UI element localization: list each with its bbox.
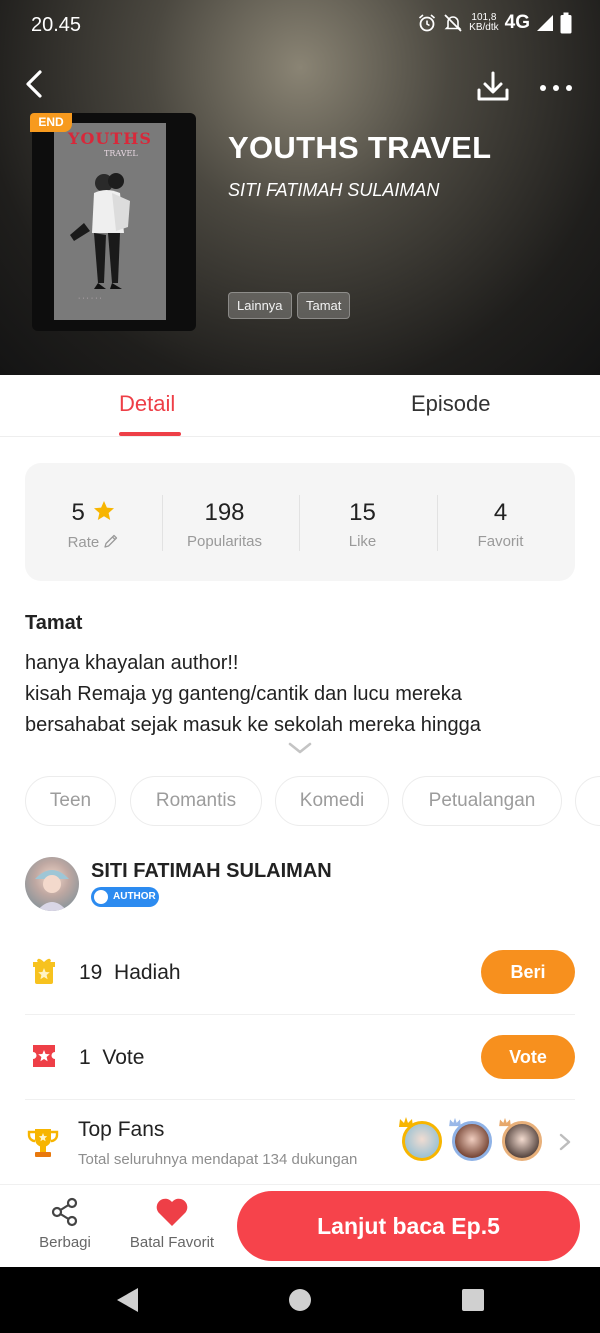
- book-cover: YOUTHS TRAVEL · · · · · ·: [32, 113, 196, 331]
- stat-rate-value-wrap: 5: [25, 499, 162, 527]
- stat-popularity-value: 198: [204, 499, 245, 526]
- gift-row: 19 Hadiah Beri: [25, 950, 575, 994]
- trophy-icon: [27, 1129, 59, 1157]
- system-navigation-bar: [0, 1267, 600, 1333]
- vote-ticket-icon: [33, 1045, 55, 1067]
- share-icon: [51, 1197, 78, 1227]
- stat-popularity: 198 Popularitas: [156, 463, 293, 581]
- vote-row: 1 Vote Vote: [25, 1035, 575, 1079]
- gift-label: Hadiah: [114, 961, 181, 984]
- share-label: Berbagi: [39, 1234, 91, 1251]
- status-time: 20.45: [31, 14, 82, 36]
- top-fans-row[interactable]: Top Fans Total seluruhnya mendapat 134 d…: [25, 1110, 575, 1176]
- book-author: SITI FATIMAH SULAIMAN: [228, 180, 440, 200]
- top-fan-avatar[interactable]: [502, 1121, 542, 1161]
- stat-like: 15 Like: [294, 463, 431, 581]
- alarm-icon: [419, 14, 436, 32]
- vote-count-wrap: 1 Vote: [79, 1046, 144, 1070]
- stat-favorite: 4 Favorit: [432, 463, 569, 581]
- continue-reading-button[interactable]: Lanjut baca Ep.5: [237, 1191, 580, 1261]
- genre-chip-overflow[interactable]: [575, 776, 600, 826]
- network-speed: 101,8 KB/dtk: [469, 13, 498, 33]
- end-badge: END: [30, 113, 72, 132]
- tab-bar: Detail Episode: [0, 375, 600, 437]
- status-bar: 20.45 101,8 KB/dtk 4G: [0, 0, 600, 52]
- top-fans-subtitle: Total seluruhnya mendapat 134 dukungan: [78, 1151, 358, 1168]
- star-icon: [93, 501, 114, 520]
- book-detail-screen: 20.45 101,8 KB/dtk 4G YOUTHS TRAVEL · · …: [0, 0, 600, 1333]
- tag-chip[interactable]: Lainnya: [228, 292, 292, 319]
- author-name[interactable]: SITI FATIMAH SULAIMAN: [91, 860, 332, 883]
- crown-icon: [449, 1117, 461, 1127]
- stat-like-label: Like: [348, 533, 377, 550]
- crown-icon: [399, 1117, 413, 1127]
- vote-button[interactable]: Vote: [481, 1035, 575, 1079]
- more-options-icon[interactable]: [536, 76, 576, 100]
- unfavorite-label: Batal Favorit: [129, 1234, 215, 1251]
- synopsis-line: kisah Remaja yg ganteng/cantik dan lucu …: [25, 683, 462, 705]
- synopsis-line: hanya khayalan author!!: [25, 652, 239, 674]
- genre-chip[interactable]: Teen: [25, 776, 116, 826]
- signal-icon: [537, 15, 553, 31]
- top-fans-title: Top Fans: [78, 1118, 165, 1141]
- cover-illustration: [70, 173, 130, 289]
- vote-label: Vote: [102, 1046, 145, 1069]
- tab-episode[interactable]: Episode: [411, 391, 491, 417]
- book-header: 20.45 101,8 KB/dtk 4G YOUTHS TRAVEL · · …: [0, 0, 600, 375]
- stat-favorite-label: Favorit: [477, 533, 524, 550]
- crown-icon: [499, 1117, 511, 1127]
- nav-back-icon[interactable]: [114, 1286, 140, 1314]
- author-badge-label: AUTHOR: [113, 891, 156, 902]
- author-badge-icon: [94, 890, 108, 904]
- mute-icon: [444, 14, 462, 32]
- heart-icon: [156, 1198, 188, 1226]
- tab-detail[interactable]: Detail: [119, 391, 175, 417]
- stat-like-value: 15: [349, 499, 376, 526]
- stat-popularity-label: Popularitas: [186, 533, 263, 550]
- gift-count: 19: [79, 961, 103, 984]
- speed-unit: KB/dtk: [469, 22, 499, 33]
- cover-artwork: YOUTHS TRAVEL · · · · · ·: [54, 123, 166, 320]
- stat-rate-label: Rate: [67, 534, 100, 551]
- network-type: 4G: [504, 12, 530, 33]
- status-icons: 101,8 KB/dtk 4G: [417, 12, 572, 34]
- synopsis-line: bersahabat sejak masuk ke sekolah mereka…: [25, 714, 481, 736]
- chevron-right-icon: [559, 1133, 571, 1151]
- genre-chip[interactable]: Petualangan: [402, 776, 562, 826]
- back-arrow-icon[interactable]: [18, 66, 54, 102]
- stats-card: 5 Rate 198 Popularitas 15 Like 4 Favorit: [25, 463, 575, 581]
- synopsis[interactable]: hanya khayalan author!! kisah Remaja yg …: [25, 648, 585, 741]
- top-fan-avatar[interactable]: [452, 1121, 492, 1161]
- divider: [25, 1099, 575, 1100]
- stat-rate-label-wrap: Rate: [25, 533, 162, 551]
- avatar-portrait: [35, 870, 69, 911]
- edit-pencil-icon: [104, 534, 118, 548]
- completion-status: Tamat: [25, 612, 83, 634]
- active-tab-indicator: [119, 432, 181, 436]
- cover-footer-text: · · · · · ·: [78, 295, 102, 302]
- genre-list: Teen Romantis Komedi Petualangan: [25, 776, 600, 828]
- stat-favorite-value: 4: [493, 499, 508, 526]
- nav-recents-icon[interactable]: [460, 1287, 486, 1313]
- battery-icon: [560, 12, 572, 34]
- tag-chip[interactable]: Tamat: [297, 292, 351, 319]
- author-badge: AUTHOR: [91, 887, 159, 907]
- stat-rate[interactable]: 5 Rate: [25, 463, 162, 581]
- gift-icon: [33, 958, 55, 984]
- gift-count-wrap: 19 Hadiah: [79, 961, 181, 985]
- author-avatar[interactable]: [25, 857, 79, 911]
- download-icon[interactable]: [474, 68, 512, 106]
- genre-chip[interactable]: Komedi: [275, 776, 389, 826]
- stat-rate-value: 5: [71, 499, 85, 526]
- give-gift-button[interactable]: Beri: [481, 950, 575, 994]
- divider: [25, 1014, 575, 1015]
- book-title: YOUTHS TRAVEL: [228, 130, 492, 165]
- chevron-down-icon[interactable]: [287, 739, 313, 757]
- genre-chip[interactable]: Romantis: [130, 776, 262, 826]
- nav-home-icon[interactable]: [287, 1287, 313, 1313]
- vote-count: 1: [79, 1046, 91, 1069]
